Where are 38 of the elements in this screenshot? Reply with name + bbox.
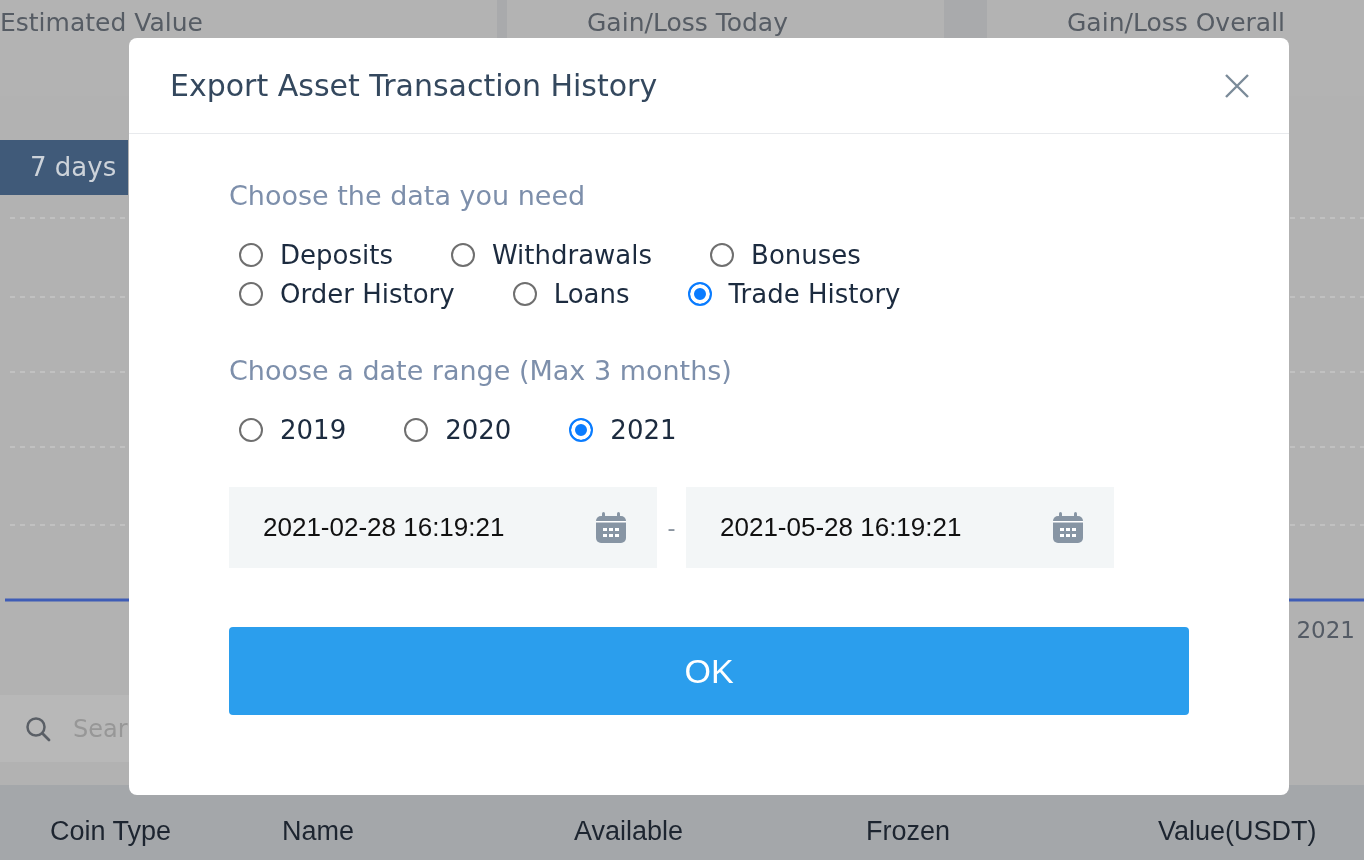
radio-button[interactable] (404, 417, 429, 442)
option-label[interactable]: Order History (280, 276, 455, 311)
radio-button[interactable] (512, 281, 537, 306)
column-header: Available (574, 815, 684, 849)
axis-label: 2021 (1296, 616, 1355, 645)
option-label[interactable]: Loans (553, 276, 630, 311)
option-label[interactable]: 2019 (280, 412, 347, 447)
option-label[interactable]: Bonuses (751, 237, 861, 272)
date-field[interactable]: 2021-05-28 16:19:21 (686, 487, 1114, 568)
close-icon[interactable] (1225, 73, 1249, 98)
calendar-icon[interactable] (1052, 512, 1084, 543)
option-label[interactable]: 2020 (445, 412, 512, 447)
range-separator: - (666, 512, 677, 543)
card-title: Gain/Loss Today (587, 10, 788, 36)
option-label[interactable]: Withdrawals (491, 237, 653, 272)
option-label[interactable]: 2021 (610, 412, 677, 447)
dialog-title: Export Asset Transaction History (170, 67, 658, 104)
card-title: Gain/Loss Overall (1067, 10, 1286, 36)
range-tab[interactable]: 7 days (0, 140, 128, 195)
option-label[interactable]: Trade History (728, 276, 901, 311)
radio-button[interactable] (569, 417, 594, 442)
section-heading: Choose the data you need (229, 180, 586, 212)
radio-button[interactable] (239, 242, 263, 267)
column-header: Frozen (866, 815, 951, 849)
option-label[interactable]: Deposits (280, 237, 393, 272)
column-header: Name (282, 815, 355, 849)
radio-button[interactable] (687, 281, 712, 306)
radio-button[interactable] (450, 242, 475, 267)
radio-button[interactable] (239, 281, 263, 306)
column-header: Value(USDT) (1158, 815, 1317, 849)
card-title: Estimated Value (0, 10, 203, 36)
radio-button[interactable] (710, 242, 735, 267)
radio-button[interactable] (239, 417, 263, 442)
search-icon (25, 716, 51, 742)
section-heading: Choose a date range (Max 3 months) (229, 355, 732, 387)
calendar-icon[interactable] (595, 512, 627, 543)
date-field[interactable]: 2021-02-28 16:19:21 (229, 487, 657, 568)
column-header: Coin Type (50, 815, 172, 849)
